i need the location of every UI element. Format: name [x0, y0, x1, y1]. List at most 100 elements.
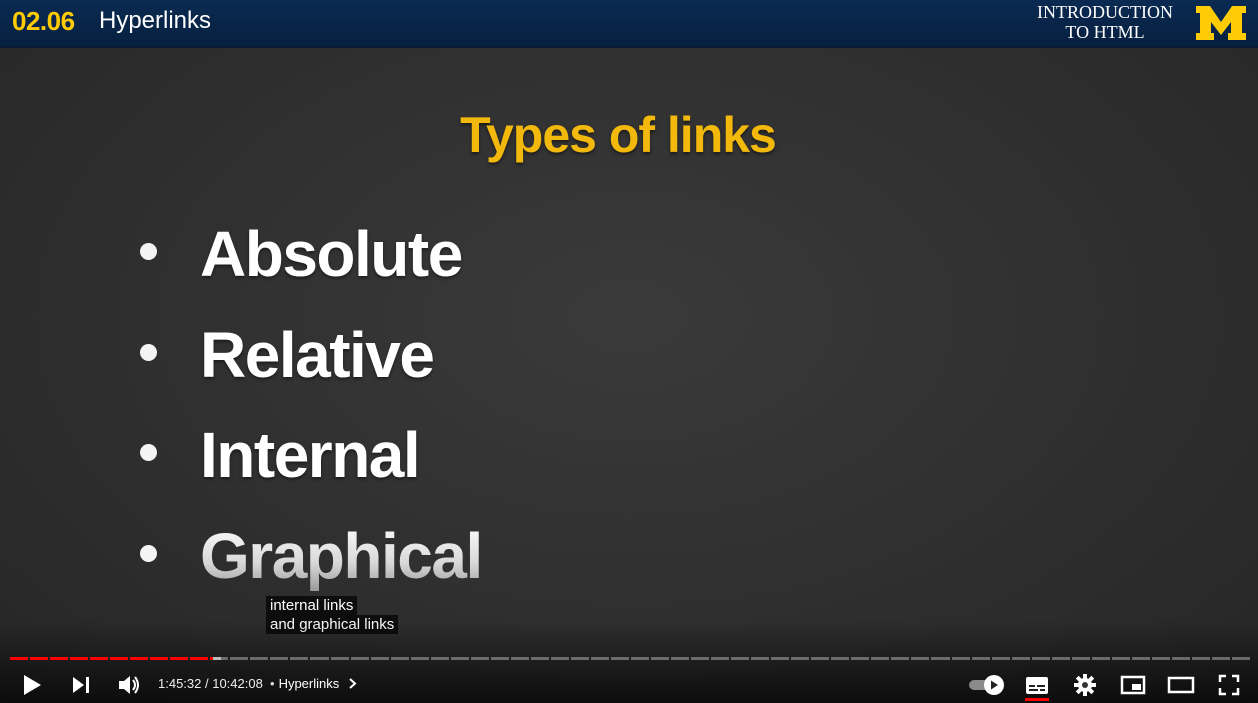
time-display: 1:45:32 / 10:42:08: [158, 676, 263, 691]
progress-segment[interactable]: [50, 657, 69, 660]
progress-segment[interactable]: [570, 657, 589, 660]
played-fill: [190, 657, 209, 660]
course-name: INTRODUCTION TO HTML: [1026, 2, 1184, 42]
progress-segment[interactable]: [1151, 657, 1170, 660]
progress-segment[interactable]: [951, 657, 970, 660]
progress-segment[interactable]: [370, 657, 389, 660]
progress-segment[interactable]: [1171, 657, 1190, 660]
chapter-bullet: •: [270, 676, 275, 691]
progress-segment[interactable]: [1031, 657, 1050, 660]
played-fill: [110, 657, 129, 660]
progress-segment[interactable]: [691, 657, 710, 660]
progress-segment[interactable]: [230, 657, 249, 660]
progress-segment[interactable]: [871, 657, 890, 660]
progress-segment[interactable]: [991, 657, 1010, 660]
progress-segment[interactable]: [1231, 657, 1250, 660]
caption-line: internal links: [266, 596, 358, 615]
progress-segment[interactable]: [1091, 657, 1110, 660]
played-fill: [30, 657, 49, 660]
played-fill: [150, 657, 169, 660]
progress-segment[interactable]: [631, 657, 650, 660]
chapter-title: Hyperlinks: [278, 676, 340, 691]
progress-segment[interactable]: [931, 657, 950, 660]
progress-segment[interactable]: [1191, 657, 1210, 660]
bullet-text: Internal: [200, 419, 421, 491]
progress-segment[interactable]: [671, 657, 690, 660]
progress-segment[interactable]: [731, 657, 750, 660]
progress-segment[interactable]: [590, 657, 609, 660]
progress-segment[interactable]: [150, 657, 169, 660]
progress-segment[interactable]: [10, 657, 29, 660]
bullet-dot: [140, 444, 157, 461]
progress-segment[interactable]: [550, 657, 569, 660]
progress-segment[interactable]: [831, 657, 850, 660]
progress-segment[interactable]: [751, 657, 770, 660]
progress-segment[interactable]: [170, 657, 189, 660]
progress-segment[interactable]: [250, 657, 269, 660]
progress-segment[interactable]: [1111, 657, 1130, 660]
progress-segment[interactable]: [190, 657, 209, 660]
progress-segment[interactable]: [1051, 657, 1070, 660]
progress-segment[interactable]: [290, 657, 309, 660]
progress-segment[interactable]: [130, 657, 149, 660]
autoplay-toggle-icon[interactable]: [968, 674, 1006, 696]
subtitles-icon[interactable]: [1025, 676, 1049, 695]
slide-title: Types of links: [460, 107, 777, 163]
next-icon[interactable]: [71, 675, 91, 695]
progress-segment[interactable]: [390, 657, 409, 660]
current-time: 1:45:32: [158, 676, 202, 691]
progress-segment[interactable]: [90, 657, 109, 660]
progress-segment[interactable]: [410, 657, 429, 660]
progress-segment[interactable]: [610, 657, 629, 660]
progress-segment[interactable]: [350, 657, 369, 660]
progress-segment[interactable]: [791, 657, 810, 660]
played-fill: [210, 657, 214, 660]
subtitles-active-indicator: [1025, 698, 1049, 701]
progress-segment[interactable]: [70, 657, 89, 660]
played-fill: [170, 657, 189, 660]
progress-segment[interactable]: [711, 657, 730, 660]
progress-segment[interactable]: [971, 657, 990, 660]
progress-segment[interactable]: [30, 657, 49, 660]
progress-segment[interactable]: [1211, 657, 1230, 660]
progress-segment[interactable]: [470, 657, 489, 660]
bullet-text: Graphical: [200, 520, 483, 592]
progress-segment[interactable]: [1071, 657, 1090, 660]
progress-segment[interactable]: [330, 657, 349, 660]
play-icon[interactable]: [22, 674, 42, 696]
volume-icon[interactable]: [117, 674, 141, 696]
progress-segment[interactable]: [811, 657, 830, 660]
progress-segment[interactable]: [310, 657, 329, 660]
progress-segment[interactable]: [110, 657, 129, 660]
bullet-dot: [140, 545, 157, 562]
progress-segment[interactable]: [450, 657, 469, 660]
progress-segment[interactable]: [651, 657, 670, 660]
played-fill: [90, 657, 109, 660]
played-fill: [50, 657, 69, 660]
university-michigan-logo: [1196, 6, 1246, 40]
progress-segment[interactable]: [1131, 657, 1150, 660]
lesson-title: Hyperlinks: [99, 7, 212, 34]
progress-segment[interactable]: [911, 657, 930, 660]
progress-bar[interactable]: [10, 657, 1250, 661]
bullet-text: Relative: [200, 319, 435, 391]
progress-segment[interactable]: [851, 657, 870, 660]
fullscreen-icon[interactable]: [1218, 674, 1240, 696]
progress-segment[interactable]: [891, 657, 910, 660]
progress-segment[interactable]: [510, 657, 529, 660]
progress-segment[interactable]: [490, 657, 509, 660]
played-fill: [10, 657, 29, 660]
chapter-button[interactable]: • Hyperlinks: [270, 676, 357, 691]
progress-segment[interactable]: [530, 657, 549, 660]
progress-segment[interactable]: [771, 657, 790, 660]
miniplayer-icon[interactable]: [1120, 675, 1146, 695]
video-frame[interactable]: 02.06 Hyperlinks INTRODUCTION TO HTML Ty…: [0, 0, 1258, 703]
theater-mode-icon[interactable]: [1167, 676, 1195, 694]
progress-segment[interactable]: [430, 657, 449, 660]
settings-icon[interactable]: [1074, 674, 1096, 696]
progress-segment[interactable]: [1011, 657, 1030, 660]
course-name-line1: INTRODUCTION: [1037, 2, 1173, 22]
progress-segment[interactable]: [270, 657, 289, 660]
progress-segment[interactable]: [210, 657, 229, 660]
course-name-line2: TO HTML: [1065, 22, 1145, 42]
